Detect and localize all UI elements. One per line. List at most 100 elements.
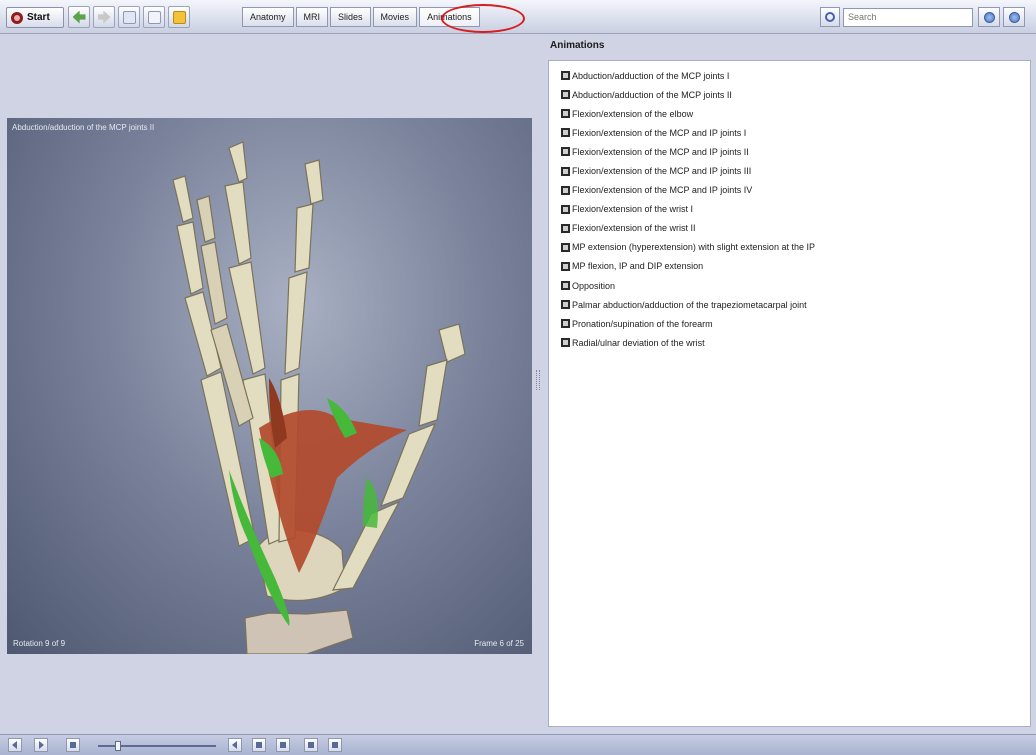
film-icon — [561, 109, 570, 119]
film-icon — [561, 166, 570, 176]
animation-label: Abduction/adduction of the MCP joints II — [572, 89, 732, 100]
document-icon — [122, 10, 136, 24]
back-arrow-icon — [72, 10, 86, 24]
animation-label: Flexion/extension of the wrist II — [572, 223, 696, 234]
animation-label: Flexion/extension of the wrist I — [572, 204, 694, 215]
back-button[interactable] — [68, 6, 90, 28]
animation-list-item[interactable]: Flexion/extension of the elbow — [561, 104, 1030, 123]
film-icon — [561, 128, 570, 138]
film-icon — [561, 185, 570, 195]
film-icon — [561, 300, 570, 310]
film-icon — [561, 204, 570, 214]
page-button[interactable] — [143, 6, 165, 28]
section-tabs: Anatomy MRI Slides Movies Animations — [242, 7, 480, 27]
film-icon — [561, 90, 570, 100]
settings-button[interactable] — [328, 738, 342, 752]
animation-label: Radial/ulnar deviation of the wrist — [572, 337, 705, 348]
animation-label: Flexion/extension of the MCP and IP join… — [572, 127, 747, 138]
animation-viewer[interactable]: Abduction/adduction of the MCP joints II… — [7, 118, 532, 654]
right-tools — [978, 7, 1025, 27]
previous-button[interactable] — [8, 738, 22, 752]
tab-movies[interactable]: Movies — [372, 7, 418, 27]
animation-list-item[interactable]: MP flexion, IP and DIP extension — [561, 257, 1030, 276]
page-icon — [147, 10, 161, 24]
play-button[interactable] — [34, 738, 48, 752]
main-toolbar: Start Anatomy MRI Slides Movies Animatio… — [0, 0, 1036, 34]
animation-list-item[interactable]: Flexion/extension of the MCP and IP join… — [561, 123, 1030, 142]
animation-label: Flexion/extension of the MCP and IP join… — [572, 166, 752, 177]
tab-slides[interactable]: Slides — [330, 7, 371, 27]
step-back-icon — [232, 741, 237, 749]
film-icon — [561, 223, 570, 233]
settings-icon — [332, 742, 338, 748]
film-icon — [561, 71, 570, 81]
animation-list-item[interactable]: Palmar abduction/adduction of the trapez… — [561, 295, 1030, 314]
animation-list-item[interactable]: Flexion/extension of the MCP and IP join… — [561, 181, 1030, 200]
film-icon — [561, 261, 570, 271]
animation-list-item[interactable]: Abduction/adduction of the MCP joints II — [561, 85, 1030, 104]
options-button[interactable] — [1003, 7, 1025, 27]
options-icon — [1008, 11, 1020, 23]
animation-label: Abduction/adduction of the MCP joints I — [572, 70, 730, 81]
animation-label: Flexion/extension of the MCP and IP join… — [572, 185, 753, 196]
animation-label: Flexion/extension of the MCP and IP join… — [572, 146, 749, 157]
panel-title: Animations — [550, 40, 605, 51]
animation-list-item[interactable]: Pronation/supination of the forearm — [561, 314, 1030, 333]
film-icon — [561, 147, 570, 157]
export-icon — [256, 742, 262, 748]
print-icon — [280, 742, 286, 748]
document-button[interactable] — [118, 6, 140, 28]
save-icon — [308, 742, 314, 748]
search-icon — [825, 12, 835, 22]
step-back-button[interactable] — [228, 738, 242, 752]
animation-label: MP flexion, IP and DIP extension — [572, 261, 704, 272]
animation-list-item[interactable]: Opposition — [561, 276, 1030, 295]
film-icon — [561, 281, 570, 291]
film-icon — [561, 242, 570, 252]
animation-list-item[interactable]: Flexion/extension of the wrist II — [561, 219, 1030, 238]
play-icon — [39, 741, 44, 749]
animation-list-item[interactable]: Abduction/adduction of the MCP joints I — [561, 66, 1030, 85]
tab-animations[interactable]: Animations — [419, 7, 480, 27]
search-input[interactable] — [843, 7, 973, 27]
stop-icon — [70, 742, 76, 748]
start-label: Start — [27, 12, 50, 23]
previous-icon — [12, 741, 17, 749]
frame-indicator: Frame 6 of 25 — [474, 639, 524, 648]
notes-button[interactable] — [168, 6, 190, 28]
playback-bar — [0, 734, 1036, 755]
frame-slider-thumb[interactable] — [115, 741, 121, 751]
film-icon — [561, 338, 570, 348]
forward-button[interactable] — [93, 6, 115, 28]
globe-icon — [983, 11, 995, 23]
viewer-title: Abduction/adduction of the MCP joints II — [12, 123, 155, 132]
navigation-tools — [68, 6, 190, 29]
tab-mri[interactable]: MRI — [295, 7, 329, 27]
animation-list-item[interactable]: Flexion/extension of the wrist I — [561, 200, 1030, 219]
print-button[interactable] — [276, 738, 290, 752]
animation-label: Palmar abduction/adduction of the trapez… — [572, 299, 807, 310]
film-icon — [561, 319, 570, 329]
animations-list: Abduction/adduction of the MCP joints I A… — [548, 60, 1031, 727]
animation-list-item[interactable]: Flexion/extension of the MCP and IP join… — [561, 161, 1030, 180]
hand-model-illustration — [172, 141, 466, 654]
search-group — [820, 7, 973, 27]
search-button[interactable] — [820, 7, 840, 27]
notes-icon — [172, 10, 186, 24]
panel-splitter[interactable] — [536, 370, 540, 390]
tab-anatomy[interactable]: Anatomy — [242, 7, 294, 27]
export-button[interactable] — [252, 738, 266, 752]
animation-list-item[interactable]: MP extension (hyperextension) with sligh… — [561, 238, 1030, 257]
animation-list-item[interactable]: Flexion/extension of the MCP and IP join… — [561, 142, 1030, 161]
save-button[interactable] — [304, 738, 318, 752]
start-button[interactable]: Start — [6, 7, 64, 28]
animation-label: Flexion/extension of the elbow — [572, 108, 694, 119]
forward-arrow-icon — [97, 10, 111, 24]
stop-button[interactable] — [66, 738, 80, 752]
animation-list-item[interactable]: Radial/ulnar deviation of the wrist — [561, 333, 1030, 352]
app-logo-icon — [11, 11, 23, 24]
rotation-indicator: Rotation 9 of 9 — [13, 639, 66, 648]
globe-button[interactable] — [978, 7, 1000, 27]
animation-label: Opposition — [572, 280, 616, 291]
animation-label: MP extension (hyperextension) with sligh… — [572, 242, 815, 253]
